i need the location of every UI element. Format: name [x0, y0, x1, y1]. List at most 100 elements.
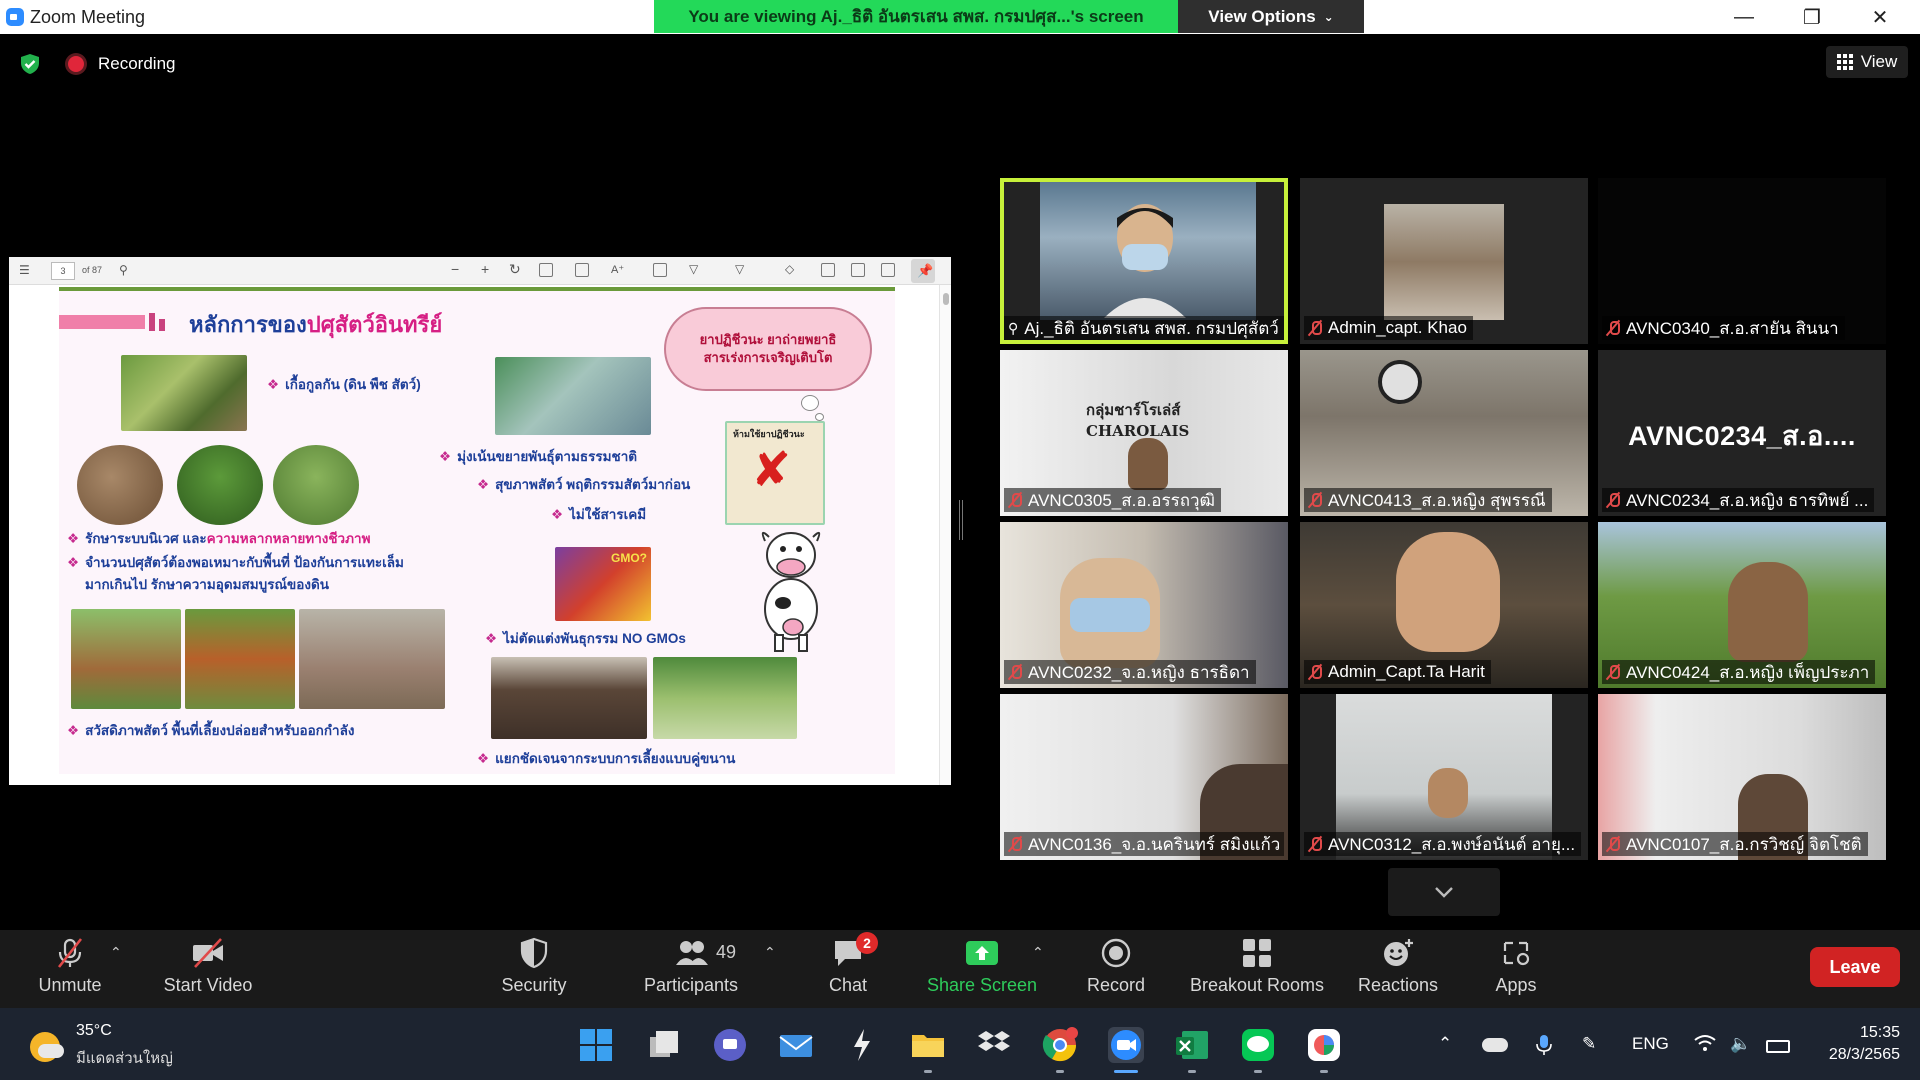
taskbar-clock[interactable]: 15:35 28/3/2565 — [1816, 1022, 1900, 1066]
chrome-icon[interactable] — [1042, 1027, 1078, 1063]
title-bar: Zoom Meeting You are viewing Aj._ธิติ อั… — [0, 0, 1920, 34]
photos-icon[interactable] — [1306, 1027, 1342, 1063]
video-tile[interactable]: Admin_Capt.Ta Harit — [1300, 522, 1588, 688]
weather-description[interactable]: มีแดดส่วนใหญ่ — [76, 1046, 173, 1070]
video-tile[interactable]: AVNC0234_ส.อ.... AVNC0234_ส.อ.หญิง ธารทิ… — [1598, 350, 1886, 516]
participant-big-name: AVNC0234_ส.อ.... — [1628, 421, 1856, 451]
participants-options-caret[interactable]: ⌃ — [764, 944, 776, 961]
video-tile[interactable]: AVNC0312_ส.อ.พงษ์อนันต์ อายุ... — [1300, 694, 1588, 860]
zoom-taskbar-icon[interactable] — [1108, 1027, 1144, 1063]
zoom-out-icon[interactable]: − — [451, 261, 459, 277]
unmute-button[interactable]: Unmute — [30, 930, 110, 1008]
video-tile[interactable]: AVNC0413_ส.อ.หญิง สุพรรณี — [1300, 350, 1588, 516]
save-icon[interactable] — [851, 263, 865, 277]
zoom-in-icon[interactable]: + — [481, 261, 489, 277]
mic-muted-icon — [1308, 492, 1322, 508]
video-tile[interactable]: ⚲ Aj._ธิติ อันตรเสน สพส. กรมปศุสัตว์ — [1000, 178, 1288, 344]
wifi-icon[interactable] — [1694, 1034, 1716, 1057]
clock-date: 28/3/2565 — [1828, 1046, 1900, 1063]
rotate-icon[interactable]: ↻ — [509, 261, 521, 278]
recording-label[interactable]: Recording — [98, 54, 176, 74]
video-tile[interactable]: กลุ่มชาร์โรเล่ส์ CHAROLAIS AVNC0305_ส.อ.… — [1000, 350, 1288, 516]
clock-time: 15:35 — [1859, 1024, 1900, 1041]
excel-icon[interactable] — [1174, 1027, 1210, 1063]
weather-temperature[interactable]: 35°C — [76, 1022, 112, 1040]
highlight-icon[interactable]: ▽ — [735, 262, 744, 276]
volume-icon[interactable]: 🔈 — [1730, 1034, 1751, 1054]
text-box-icon[interactable] — [653, 263, 667, 277]
encryption-shield-icon[interactable] — [18, 52, 42, 76]
reactions-button[interactable]: Reactions — [1348, 930, 1448, 1008]
fit-page-icon[interactable] — [539, 263, 553, 277]
video-tile[interactable]: AVNC0340_ส.อ.สายัน สินนา — [1598, 178, 1886, 344]
list-icon[interactable]: ☰ — [19, 263, 30, 277]
tray-overflow-chevron-icon[interactable]: ⌃ — [1438, 1034, 1452, 1054]
cow-cartoon-icon — [761, 531, 821, 652]
view-options-button[interactable]: View Options ⌄ — [1178, 0, 1364, 33]
start-windows-icon[interactable] — [578, 1027, 614, 1063]
task-view-icon[interactable] — [646, 1027, 682, 1063]
breakout-rooms-button[interactable]: Breakout Rooms — [1184, 930, 1330, 1008]
onedrive-cloud-icon[interactable] — [1482, 1038, 1508, 1052]
microphone-tray-icon[interactable] — [1536, 1034, 1552, 1061]
print-icon[interactable] — [821, 263, 835, 277]
pdf-scrollbar[interactable] — [939, 285, 951, 785]
minimize-button[interactable]: — — [1710, 0, 1778, 34]
record-button[interactable]: Record — [1076, 930, 1156, 1008]
restore-icon: ❐ — [1803, 6, 1821, 29]
page-view-icon[interactable] — [575, 263, 589, 277]
video-tile[interactable]: AVNC0107_ส.อ.กรวิชญ์ จิตโชติ — [1598, 694, 1886, 860]
splitter-handle[interactable] — [959, 500, 963, 540]
scrollbar-thumb[interactable] — [943, 293, 949, 305]
video-tile[interactable]: Admin_capt. Khao — [1300, 178, 1588, 344]
eraser-icon[interactable]: ◇ — [785, 262, 794, 276]
wall-clock-image — [1378, 360, 1422, 404]
breakout-rooms-label: Breakout Rooms — [1189, 975, 1325, 995]
shared-screen[interactable]: ☰ 3 of 87 ⚲ − + ↻ A⁺ ▽ ▽ ◇ 📌 หลักการของป… — [9, 257, 951, 785]
security-button[interactable]: Security — [494, 930, 574, 1008]
record-label: Record — [1086, 975, 1146, 995]
ecosystem-collage-image — [121, 355, 247, 431]
gallery-next-page-button[interactable] — [1388, 868, 1500, 916]
mic-muted-icon — [1606, 492, 1620, 508]
draw-icon[interactable]: ▽ — [689, 262, 698, 276]
mic-muted-icon — [1606, 320, 1620, 336]
restore-button[interactable]: ❐ — [1778, 0, 1846, 34]
file-explorer-icon[interactable] — [910, 1027, 946, 1063]
pdf-toolbar: ☰ 3 of 87 ⚲ − + ↻ A⁺ ▽ ▽ ◇ 📌 — [9, 257, 951, 285]
participant-name: AVNC0107_ส.อ.กรวิชญ์ จิตโชติ — [1626, 834, 1862, 854]
line-icon[interactable] — [1240, 1027, 1276, 1063]
save-as-icon[interactable] — [881, 263, 895, 277]
leave-button[interactable]: Leave — [1810, 947, 1900, 987]
pin-button[interactable]: 📌 — [911, 259, 935, 283]
text-icon[interactable]: A⁺ — [611, 263, 624, 276]
slide-title-prefix: หลักการของ — [189, 312, 307, 337]
start-video-button[interactable]: Start Video — [156, 930, 260, 1008]
participant-face — [1728, 562, 1808, 662]
slide-bullet: ❖ ไม่ตัดแต่งพันธุกรรม NO GMOs — [485, 627, 686, 649]
pen-icon[interactable]: ✎ — [1582, 1034, 1596, 1054]
video-tile[interactable]: AVNC0424_ส.อ.หญิง เพ็ญประภา — [1598, 522, 1886, 688]
page-number-input[interactable]: 3 — [51, 262, 75, 280]
teams-chat-icon[interactable] — [712, 1027, 748, 1063]
dropbox-icon[interactable] — [976, 1027, 1012, 1063]
share-options-caret[interactable]: ⌃ — [1032, 944, 1044, 961]
video-tile[interactable]: AVNC0232_จ.อ.หญิง ธารธิดา — [1000, 522, 1288, 688]
bullet-text: เกื้อกูลกัน (ดิน พืช สัตว์) — [285, 377, 421, 392]
view-layout-button[interactable]: View — [1826, 46, 1908, 78]
language-indicator[interactable]: ENG — [1632, 1034, 1669, 1054]
participant-name-label: AVNC0136_จ.อ.นครินทร์ สมิงแก้ว — [1004, 832, 1284, 856]
audio-options-caret[interactable]: ⌃ — [110, 944, 122, 961]
app-lightning-icon[interactable] — [844, 1027, 880, 1063]
bullet-text-highlight: ความหลากหลายทางชีวภาพ — [206, 531, 371, 546]
video-tile[interactable]: AVNC0136_จ.อ.นครินทร์ สมิงแก้ว — [1000, 694, 1288, 860]
share-screen-button[interactable]: Share Screen — [920, 930, 1044, 1008]
mail-icon[interactable] — [778, 1027, 814, 1063]
apps-button[interactable]: Apps — [1476, 930, 1556, 1008]
battery-icon[interactable] — [1766, 1040, 1790, 1053]
search-icon[interactable]: ⚲ — [119, 263, 128, 277]
bullet-text: จำนวนปศุสัตว์ต้องพอเหมาะกับพื้นที่ ป้องก… — [85, 555, 404, 570]
mic-muted-icon — [1008, 836, 1022, 852]
close-button[interactable]: ✕ — [1846, 0, 1914, 34]
weather-sunny-icon[interactable] — [30, 1032, 64, 1062]
